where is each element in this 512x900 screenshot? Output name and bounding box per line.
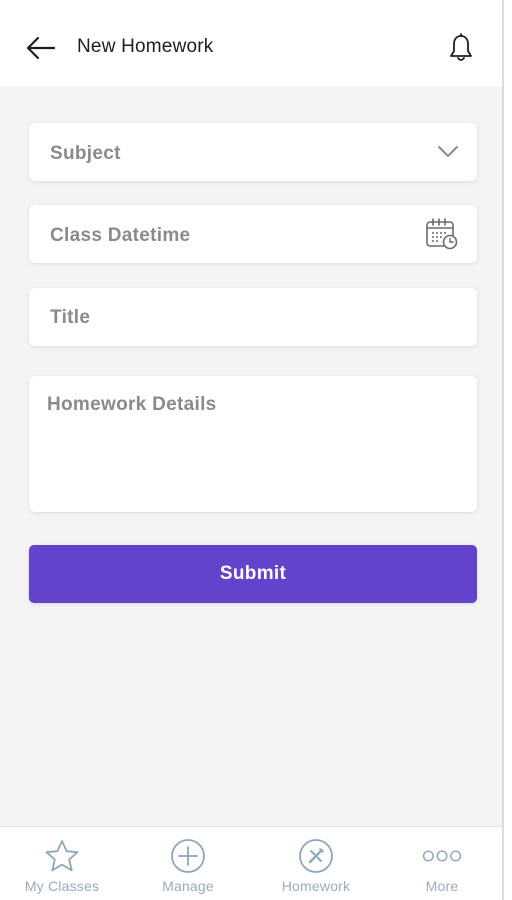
plus-circle-icon — [168, 836, 208, 876]
subject-select[interactable]: Subject — [29, 123, 477, 181]
nav-label-more: More — [425, 878, 459, 894]
nav-label-homework: Homework — [281, 878, 351, 894]
app-header: New Homework — [0, 0, 502, 86]
title-placeholder: Title — [50, 307, 91, 328]
page-title: New Homework — [77, 36, 214, 57]
arrow-left-icon — [26, 36, 55, 60]
homework-icon — [296, 836, 336, 876]
calendar-clock-icon[interactable] — [425, 217, 459, 251]
back-button[interactable] — [24, 34, 56, 62]
subject-placeholder: Subject — [50, 143, 121, 164]
submit-button-label: Submit — [219, 563, 287, 584]
class-datetime-placeholder: Class Datetime — [50, 225, 191, 246]
notifications-button[interactable] — [446, 32, 476, 64]
new-homework-screen: New Homework Subject Class Datetime Titl… — [0, 0, 504, 900]
nav-item-homework[interactable]: Homework — [261, 827, 371, 900]
nav-item-my-classes[interactable]: My Classes — [7, 827, 117, 900]
title-input[interactable]: Title — [29, 288, 477, 346]
submit-button[interactable]: Submit — [29, 545, 477, 603]
nav-item-more[interactable]: More — [387, 827, 497, 900]
chevron-down-icon — [435, 139, 461, 165]
homework-details-textarea[interactable]: Homework Details — [29, 376, 477, 512]
bottom-navigation: My Classes Manage Homework More — [0, 826, 502, 900]
nav-item-manage[interactable]: Manage — [133, 827, 243, 900]
more-dots-icon — [422, 836, 462, 876]
homework-details-placeholder: Homework Details — [47, 394, 217, 415]
class-datetime-picker[interactable]: Class Datetime — [29, 205, 477, 263]
nav-label-manage: Manage — [162, 878, 214, 894]
star-icon — [42, 836, 82, 876]
bell-icon — [450, 33, 472, 61]
nav-label-my-classes: My Classes — [24, 878, 100, 894]
